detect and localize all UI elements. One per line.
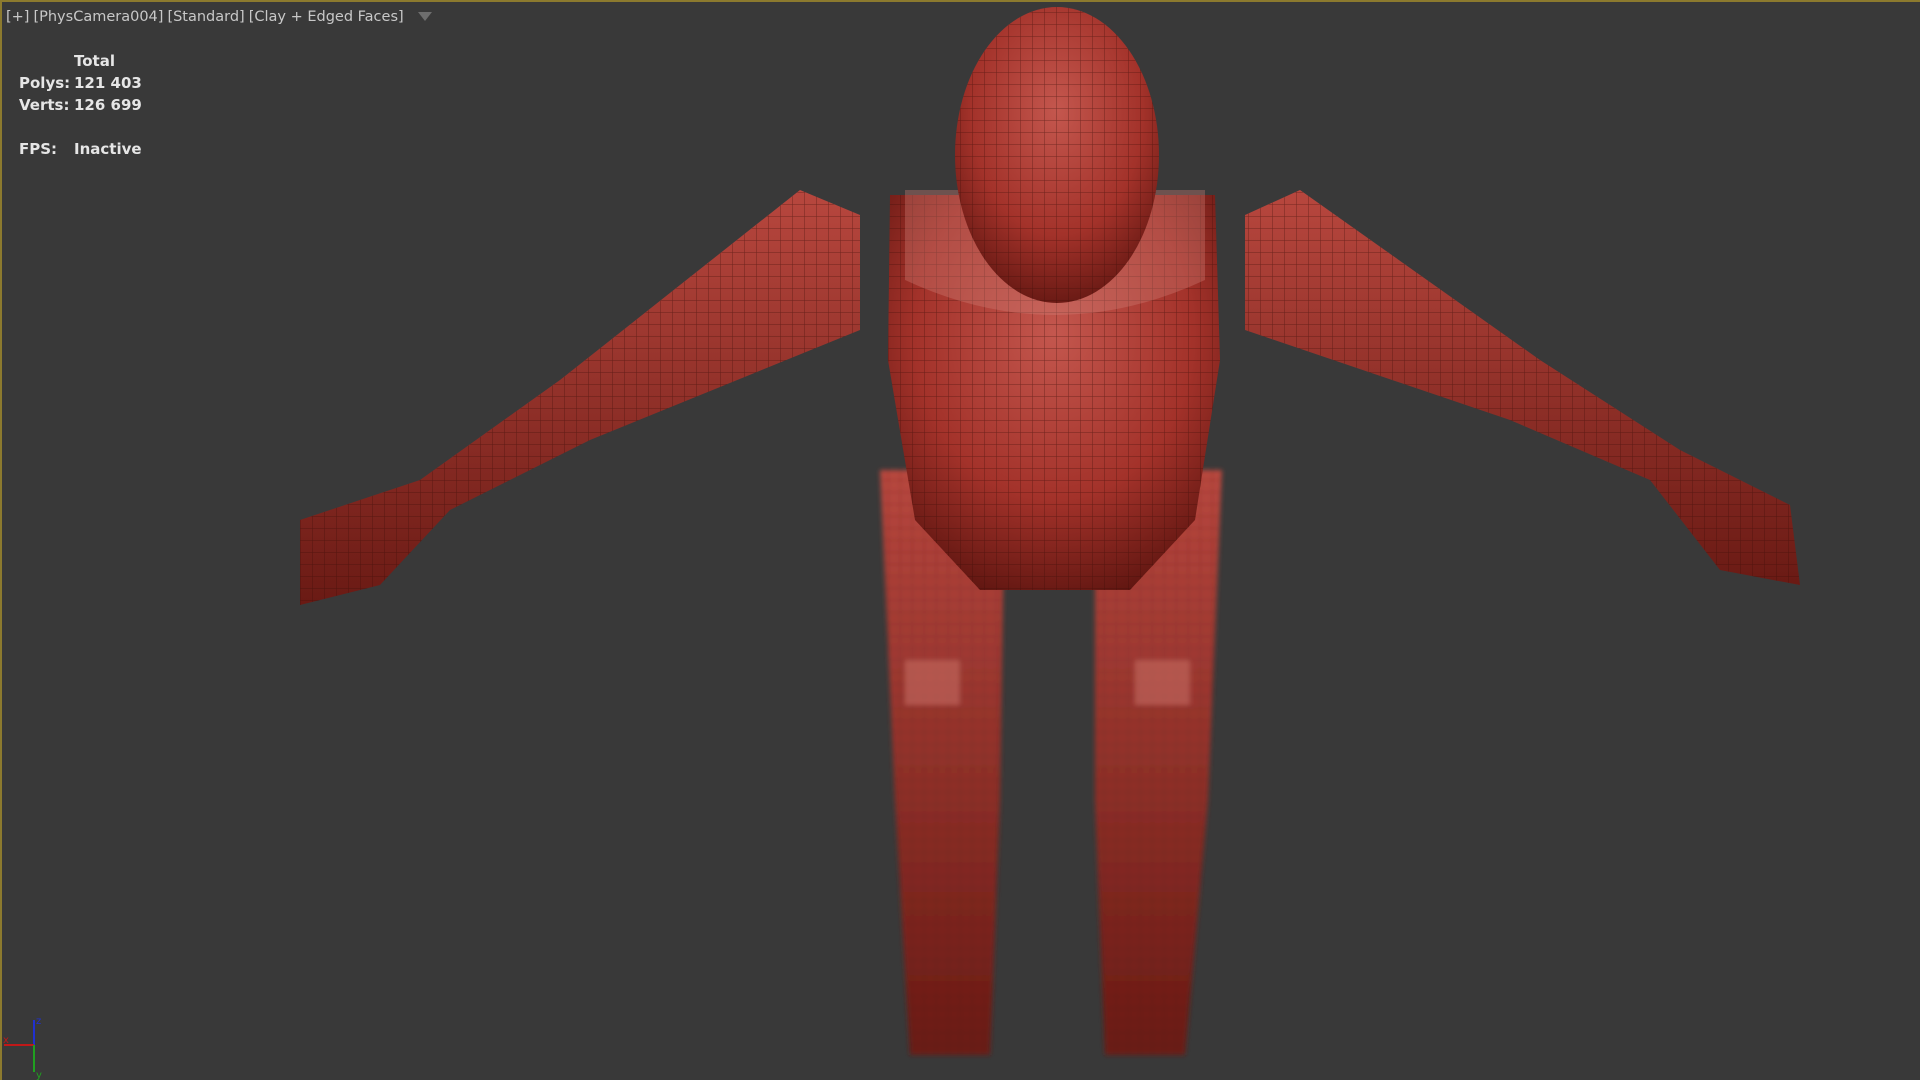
viewport-statistics: Total Polys: 121 403 Verts: 126 699 FPS: In… [19, 50, 142, 160]
viewport-label-menu[interactable]: [+] [PhysCamera004] [Standard] [Clay + E… [6, 9, 432, 25]
viewport-display-mode-menu[interactable]: [Clay + Edged Faces] [249, 9, 404, 25]
robot-model[interactable] [300, 7, 1800, 1055]
verts-value: 126 699 [74, 96, 142, 114]
fps-value: Inactive [74, 140, 142, 158]
viewport-scene[interactable] [0, 0, 1920, 1080]
verts-label: Verts: [19, 96, 70, 114]
viewport-general-menu[interactable]: [+] [6, 9, 29, 25]
polys-value: 121 403 [74, 74, 142, 92]
viewport-camera-menu[interactable]: [PhysCamera004] [33, 9, 163, 25]
fps-label: FPS: [19, 140, 58, 158]
filter-icon[interactable] [417, 11, 432, 21]
viewport-shading-preset-menu[interactable]: [Standard] [167, 9, 244, 25]
gizmo-z-label: z [36, 1016, 41, 1027]
gizmo-y-label: y [36, 1070, 42, 1080]
polys-label: Polys: [19, 74, 71, 92]
gizmo-x-label: x [3, 1035, 9, 1046]
axis-gizmo-icon: z y x [3, 1016, 42, 1080]
stats-header: Total [74, 52, 115, 70]
